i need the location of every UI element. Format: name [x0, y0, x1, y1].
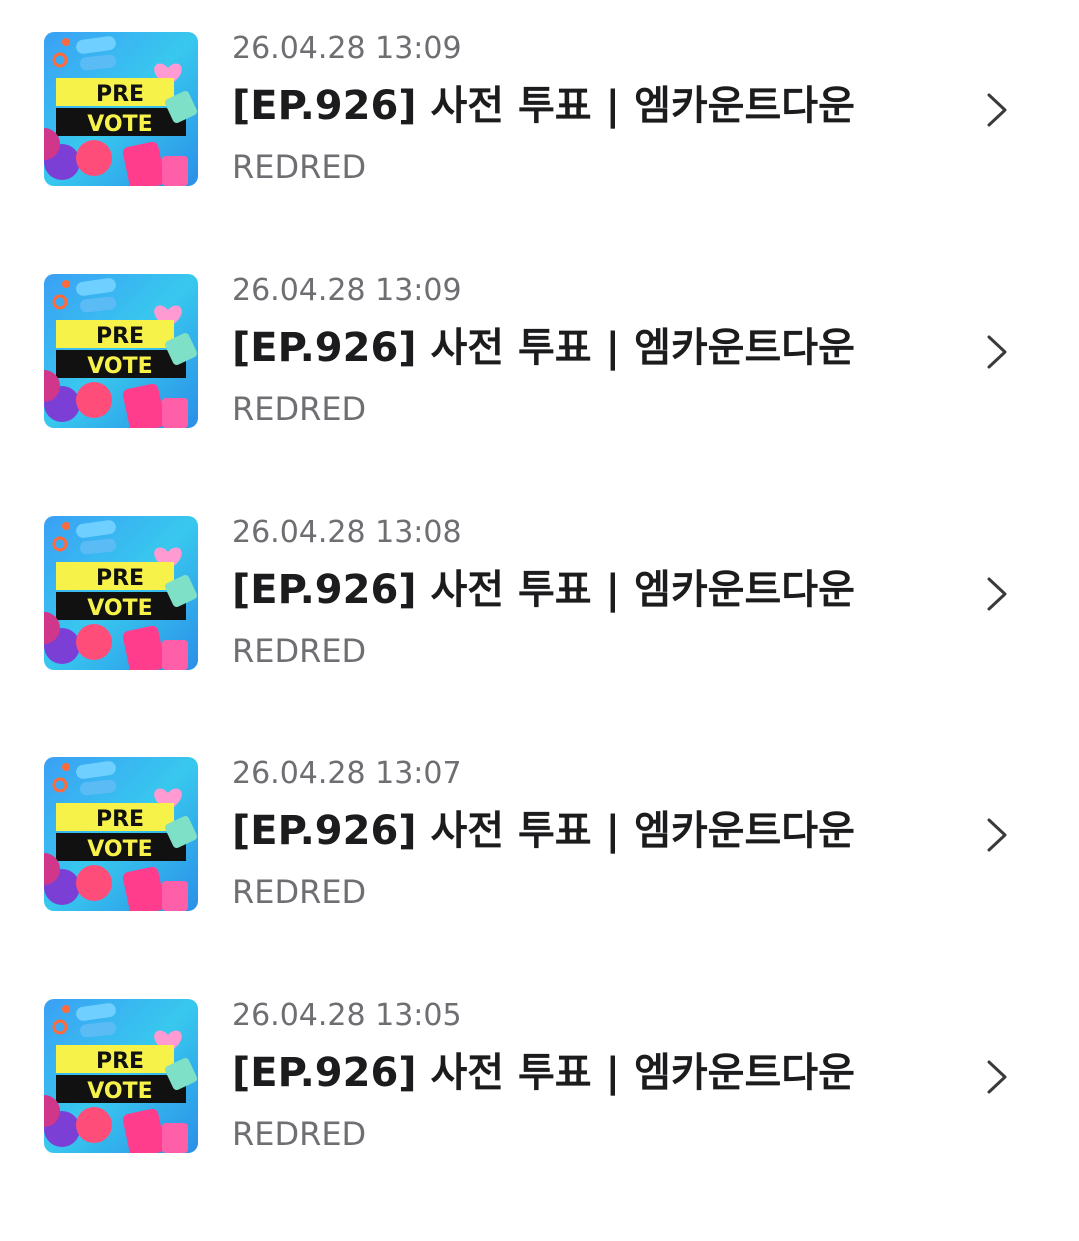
thumbnail-vote-text: VOTE — [87, 354, 152, 379]
item-title: [EP.926] 사전 투표 | 엠카운트다운 — [232, 1050, 855, 1096]
item-artist: REDRED — [232, 873, 367, 911]
list-item[interactable]: PRE VOTE 26.04.28 13:09 [EP.926] 사전 투표 |… — [0, 274, 1079, 516]
thumbnail-vote-text: VOTE — [87, 837, 152, 862]
thumbnail-pre-text: PRE — [96, 1049, 144, 1074]
pre-vote-thumbnail: PRE VOTE — [44, 274, 198, 428]
item-title: [EP.926] 사전 투표 | 엠카운트다운 — [232, 808, 855, 854]
thumbnail-vote-text: VOTE — [87, 596, 152, 621]
list-item[interactable]: PRE VOTE 26.04.28 13:08 [EP.926] 사전 투표 |… — [0, 516, 1079, 758]
item-date: 26.04.28 13:08 — [232, 515, 462, 550]
thumbnail-pre-text: PRE — [96, 82, 144, 107]
chevron-right-icon[interactable] — [984, 1058, 1010, 1096]
item-date: 26.04.28 13:07 — [232, 756, 462, 791]
list-item[interactable]: PRE VOTE 26.04.28 13:05 [EP.926] 사전 투표 |… — [0, 999, 1079, 1241]
item-date: 26.04.28 13:09 — [232, 273, 462, 308]
chevron-right-icon[interactable] — [984, 816, 1010, 854]
thumbnail-vote-text: VOTE — [87, 1079, 152, 1104]
pre-vote-thumbnail: PRE VOTE — [44, 32, 198, 186]
chevron-right-icon[interactable] — [984, 91, 1010, 129]
pre-vote-thumbnail: PRE VOTE — [44, 999, 198, 1153]
pre-vote-thumbnail: PRE VOTE — [44, 516, 198, 670]
item-artist: REDRED — [232, 390, 367, 428]
chevron-right-icon[interactable] — [984, 575, 1010, 613]
item-date: 26.04.28 13:09 — [232, 31, 462, 66]
thumbnail-pre-text: PRE — [96, 807, 144, 832]
item-date: 26.04.28 13:05 — [232, 998, 462, 1033]
vote-history-list: PRE VOTE 26.04.28 13:09 [EP.926] 사전 투표 |… — [0, 0, 1079, 1200]
item-artist: REDRED — [232, 1115, 367, 1153]
chevron-right-icon[interactable] — [984, 333, 1010, 371]
item-title: [EP.926] 사전 투표 | 엠카운트다운 — [232, 325, 855, 371]
list-item[interactable]: PRE VOTE 26.04.28 13:09 [EP.926] 사전 투표 |… — [0, 32, 1079, 274]
thumbnail-pre-text: PRE — [96, 566, 144, 591]
list-item[interactable]: PRE VOTE 26.04.28 13:07 [EP.926] 사전 투표 |… — [0, 757, 1079, 999]
item-title: [EP.926] 사전 투표 | 엠카운트다운 — [232, 83, 855, 129]
pre-vote-thumbnail: PRE VOTE — [44, 757, 198, 911]
thumbnail-vote-text: VOTE — [87, 112, 152, 137]
item-artist: REDRED — [232, 148, 367, 186]
item-title: [EP.926] 사전 투표 | 엠카운트다운 — [232, 567, 855, 613]
thumbnail-pre-text: PRE — [96, 324, 144, 349]
item-artist: REDRED — [232, 632, 367, 670]
